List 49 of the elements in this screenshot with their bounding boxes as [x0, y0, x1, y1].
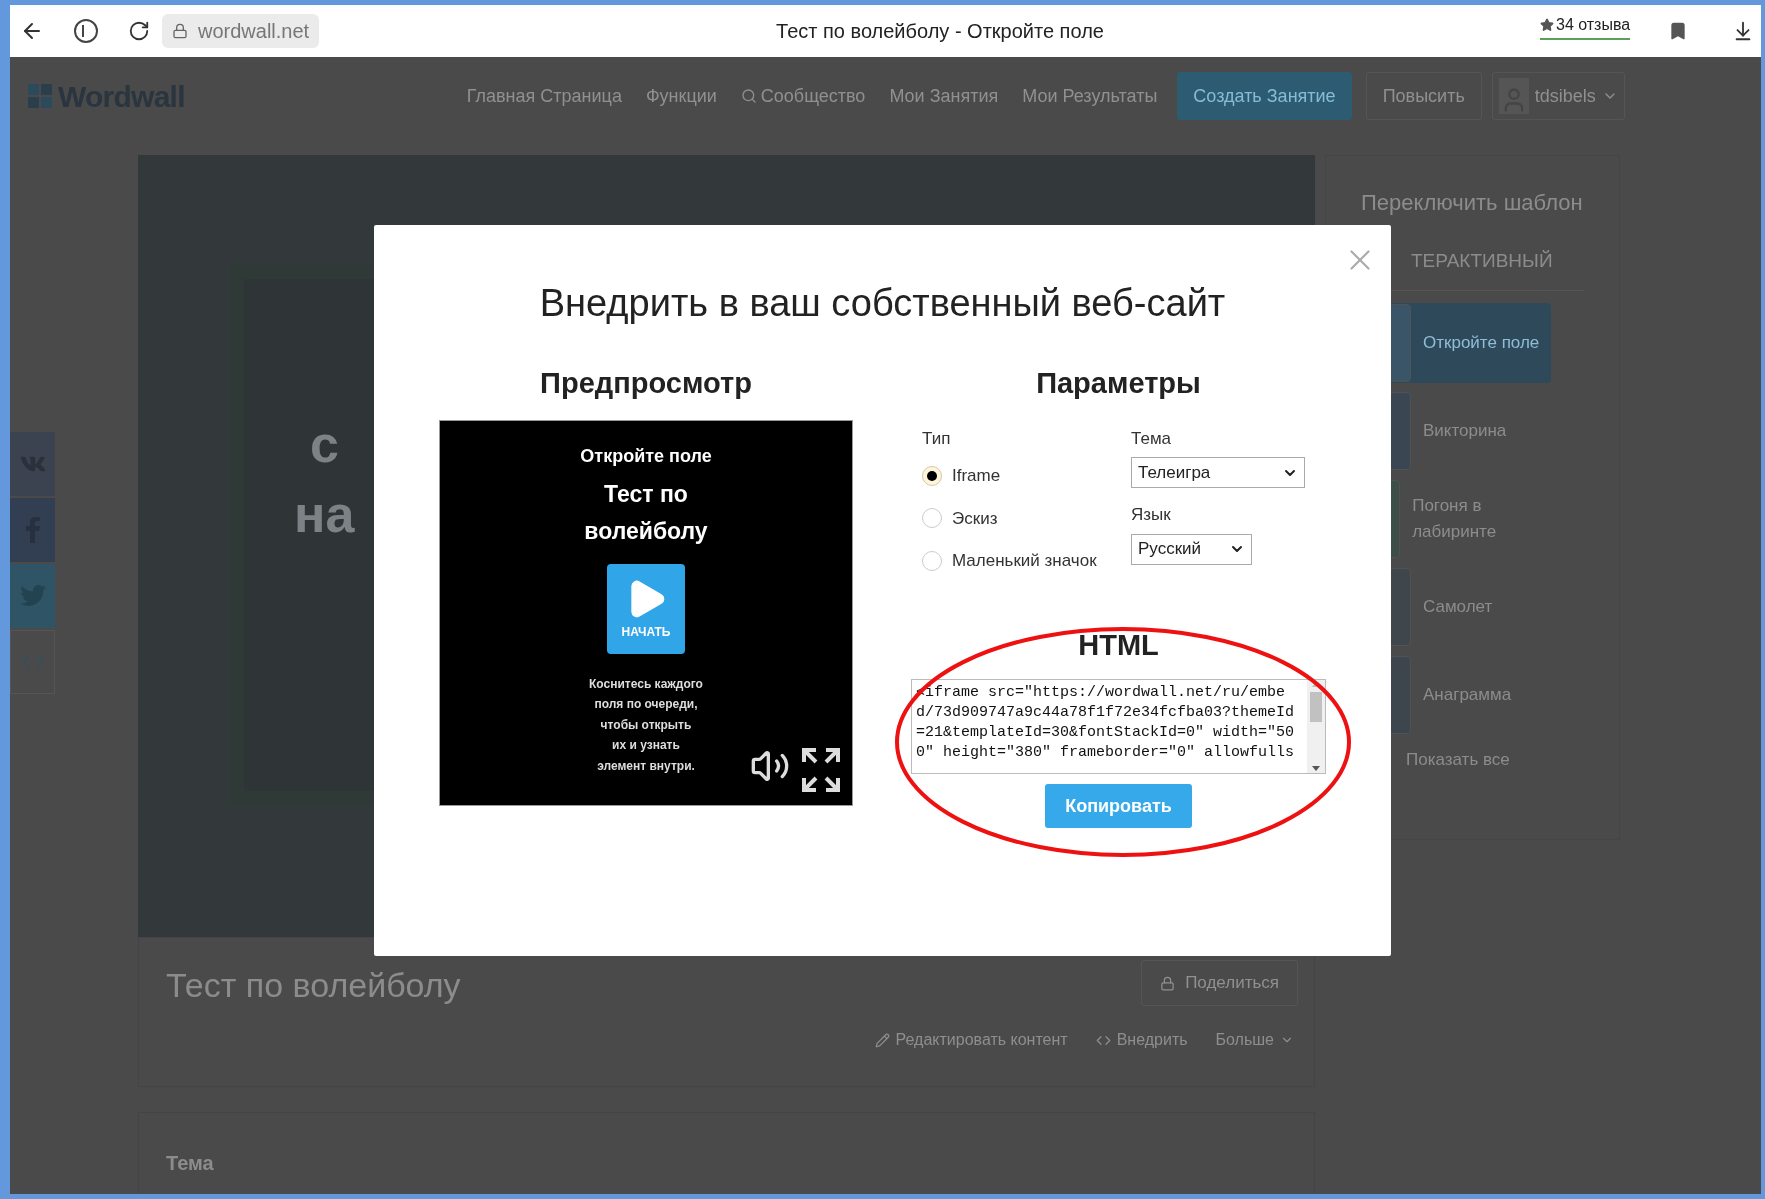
action-link[interactable]: Редактировать контент [874, 1028, 1068, 1052]
nav-link[interactable]: Мои Занятия [889, 82, 999, 110]
share-button[interactable]: Поделиться [1141, 960, 1298, 1006]
sidebar-title: Переключить шаблон [1361, 189, 1584, 217]
rating-link[interactable]: 34 отзыва [1540, 13, 1631, 40]
theme-heading: Тема [166, 1152, 214, 1174]
preview-instructions: Коснитесь каждого поля по очереди, чтобы открыть их и узнать элемент внутри. [588, 675, 704, 775]
preview-heading: Предпросмотр [540, 366, 752, 401]
action-link[interactable]: Внедрить [1095, 1028, 1188, 1052]
upgrade-button[interactable]: Повысить [1365, 72, 1482, 120]
nav-link[interactable]: Функции [645, 82, 717, 110]
params-heading: Параметры [1035, 366, 1202, 401]
scrollbar[interactable] [1307, 680, 1325, 773]
copy-button[interactable]: Копировать [1045, 784, 1192, 828]
logo-icon [28, 84, 52, 108]
lock-icon [172, 23, 188, 39]
language-select[interactable]: Русский [1131, 533, 1252, 565]
star-icon [1540, 18, 1554, 32]
lock-icon [1160, 975, 1176, 991]
pencil-icon [874, 1032, 890, 1048]
nav-link[interactable]: Мои Результаты [1022, 82, 1158, 110]
preview-template: Откройте поле [580, 444, 712, 468]
section-label: ТЕРАКТИВНЫЙ [1410, 249, 1554, 273]
page-title: Тест по волейболу - Откройте поле [775, 19, 1105, 44]
type-radio[interactable]: Маленький значок [922, 548, 1120, 574]
type-label: Тип [922, 427, 952, 450]
preview-title: Тест по волейболу [583, 479, 709, 546]
html-heading: HTML [1077, 627, 1160, 663]
game-text: с [310, 414, 339, 475]
type-radio[interactable]: Iframe [922, 463, 1120, 489]
browser-logo-icon[interactable] [74, 19, 98, 43]
refresh-icon[interactable] [128, 20, 150, 42]
game-text: на [294, 484, 355, 545]
user-menu[interactable]: tdsibels [1491, 72, 1625, 120]
nav-link[interactable]: Сообщество [740, 82, 866, 110]
action-link[interactable]: Больше [1215, 1028, 1294, 1052]
bookmark-icon[interactable] [1668, 21, 1688, 41]
theme-select[interactable]: Телеигра [1131, 457, 1305, 488]
type-radio[interactable]: Эскиз [922, 505, 1120, 531]
address-bar[interactable]: wordwall.net [162, 14, 320, 48]
create-activity-button[interactable]: Создать Занятие [1177, 72, 1352, 120]
nav-link[interactable]: Главная Страница [466, 82, 622, 110]
fullscreen-icon[interactable] [802, 747, 840, 792]
theme-label: Тема [1131, 427, 1173, 450]
start-button[interactable]: НАЧАТЬ [607, 563, 685, 654]
search-icon [740, 88, 757, 104]
dialog-title: Внедрить в ваш собственный веб-сайт [538, 281, 1227, 326]
activity-title: Тест по волейболу [166, 966, 461, 1004]
language-label: Язык [1131, 504, 1172, 526]
